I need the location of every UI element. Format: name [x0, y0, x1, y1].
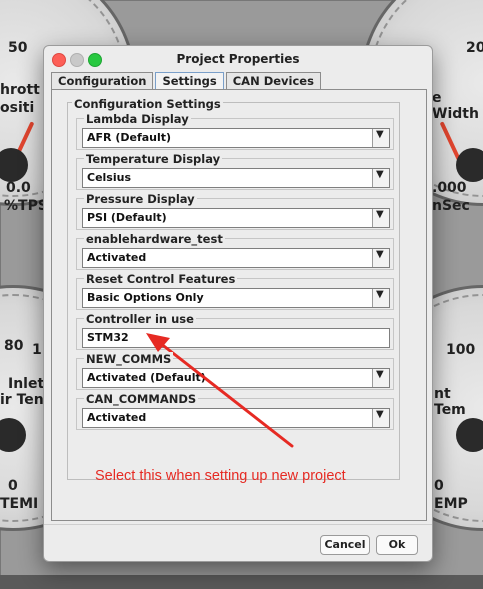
gauge-hub — [456, 418, 483, 452]
select-value: Basic Options Only — [87, 291, 204, 304]
gauge-scale-label: 20 — [466, 40, 483, 56]
reset-control-features-select[interactable]: Basic Options Only ▼ — [82, 288, 390, 308]
gauge-reading: 0 — [434, 478, 444, 494]
gauge-title: e Width — [432, 90, 479, 122]
select-value: AFR (Default) — [87, 131, 172, 144]
gauge-scale-label: 1 — [32, 342, 42, 358]
gauge-hub — [456, 148, 483, 182]
dropdown-arrow-icon[interactable]: ▼ — [372, 369, 389, 387]
tab-configuration[interactable]: Configuration — [51, 72, 154, 89]
dropdown-arrow-icon[interactable]: ▼ — [372, 129, 389, 147]
field-label: Lambda Display — [84, 112, 191, 126]
gauge-title-line2: ir Ten — [0, 392, 44, 408]
dropdown-arrow-icon[interactable]: ▼ — [372, 409, 389, 427]
title-bar: Project Properties — [44, 46, 432, 72]
dropdown-arrow-icon[interactable]: ▼ — [372, 249, 389, 267]
tab-bar: Configuration Settings CAN Devices — [51, 72, 323, 90]
button-divider — [44, 524, 432, 525]
window-title: Project Properties — [176, 52, 300, 66]
gauge-scale-label: 100 — [446, 342, 476, 358]
dropdown-arrow-icon[interactable]: ▼ — [372, 289, 389, 307]
lambda-display-select[interactable]: AFR (Default) ▼ — [82, 128, 390, 148]
annotation-text: Select this when setting up new project — [95, 468, 346, 484]
field-label: enablehardware_test — [84, 232, 225, 246]
field-label: Reset Control Features — [84, 272, 238, 286]
gauge-unit: nSec — [432, 198, 470, 214]
new-comms-select[interactable]: Activated (Default) ▼ — [82, 368, 390, 388]
gauge-title-line1: hrott — [0, 82, 40, 98]
bottom-status-bar — [0, 575, 483, 589]
gauge-reading: 0.0 — [6, 180, 31, 196]
gauge-title-line2: ositi — [0, 100, 35, 116]
tab-settings[interactable]: Settings — [155, 72, 224, 89]
gauge-reading: .000 — [432, 180, 467, 196]
gauge-title-line1: Inlet — [8, 376, 45, 392]
field-label: Controller in use — [84, 312, 196, 326]
select-value: STM32 — [87, 331, 129, 344]
temperature-display-select[interactable]: Celsius ▼ — [82, 168, 390, 188]
field-label: CAN_COMMANDS — [84, 392, 199, 406]
select-value: Celsius — [87, 171, 131, 184]
field-label: Temperature Display — [84, 152, 223, 166]
gauge-unit: %TPS — [4, 198, 48, 214]
can-commands-select[interactable]: Activated ▼ — [82, 408, 390, 428]
field-label: NEW_COMMS — [84, 352, 174, 366]
field-label: Pressure Display — [84, 192, 197, 206]
tab-can-devices[interactable]: CAN Devices — [225, 72, 321, 89]
project-properties-dialog: Project Properties Configuration Setting… — [43, 45, 433, 562]
dropdown-arrow-icon[interactable]: ▼ — [372, 209, 389, 227]
select-value: Activated — [87, 411, 147, 424]
gauge-unit: EMP — [434, 496, 468, 512]
select-value: PSI (Default) — [87, 211, 167, 224]
gauge-reading: 0 — [8, 478, 18, 494]
enablehardware-test-select[interactable]: Activated ▼ — [82, 248, 390, 268]
gauge-unit: TEMI — [0, 496, 39, 512]
pressure-display-select[interactable]: PSI (Default) ▼ — [82, 208, 390, 228]
select-value: Activated (Default) — [87, 371, 206, 384]
gauge-scale-label: 50 — [8, 40, 28, 56]
gauge-title: nt Tem — [434, 386, 466, 418]
select-value: Activated — [87, 251, 147, 264]
gauge-scale-label: 80 — [4, 338, 24, 354]
group-title: Configuration Settings — [72, 97, 223, 111]
ok-button[interactable]: Ok — [376, 535, 418, 555]
controller-in-use-select[interactable]: STM32 ▼ — [82, 328, 390, 348]
cancel-button[interactable]: Cancel — [320, 535, 370, 555]
dropdown-arrow-icon[interactable]: ▼ — [372, 169, 389, 187]
